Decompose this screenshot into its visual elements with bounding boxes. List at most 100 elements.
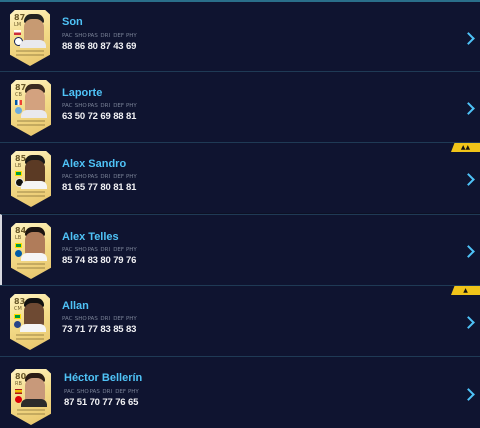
stat-label-sho: SHO — [76, 389, 89, 395]
player-shirt — [21, 253, 47, 261]
stat-label-dri: DRI — [100, 247, 111, 253]
stat-sho: 74 — [74, 255, 85, 266]
stat-label-pas: PAS — [87, 247, 98, 253]
stat-values: 73 71 77 83 85 83 — [62, 324, 139, 335]
stat-label-phy: PHY — [125, 174, 137, 180]
stat-phy: 69 — [125, 41, 137, 52]
stat-pac: 87 — [64, 397, 75, 408]
card-position: LB — [15, 163, 22, 169]
stat-sho: 86 — [74, 41, 85, 52]
chevron-right-icon[interactable] — [462, 102, 475, 115]
card-position: RB — [15, 381, 22, 387]
stat-label-def: DEF — [113, 247, 125, 253]
chevron-right-icon[interactable] — [462, 245, 475, 258]
stat-labels: PAC SHO PAS DRI DEF PHY — [62, 247, 139, 253]
card-mini-stats — [17, 409, 45, 411]
stat-pas: 83 — [87, 255, 98, 266]
stat-def: 43 — [113, 41, 124, 52]
player-row-laporte[interactable]: 87 CB Laporte PAC SHO PAS DRI DEF PHY 63… — [0, 71, 480, 142]
flag-icon — [14, 30, 21, 35]
stat-dri: 77 — [102, 397, 113, 408]
stat-pac: 85 — [62, 255, 73, 266]
stat-dri: 80 — [100, 255, 111, 266]
stat-pas: 72 — [87, 111, 98, 122]
flag-icon — [15, 243, 22, 248]
stat-label-sho: SHO — [74, 316, 87, 322]
player-card: 84 LB — [11, 223, 51, 279]
stat-pas: 77 — [87, 324, 98, 335]
chevron-right-icon[interactable] — [462, 316, 475, 329]
player-card: 87 LM — [10, 10, 50, 66]
stat-label-phy: PHY — [127, 389, 139, 395]
stat-label-sho: SHO — [74, 33, 87, 39]
stat-values: 63 50 72 69 88 81 — [62, 111, 139, 122]
stat-def: 79 — [113, 255, 124, 266]
player-shirt — [21, 110, 47, 118]
chevron-right-icon[interactable] — [462, 388, 475, 401]
new-tag-badge: ▲ — [451, 286, 480, 295]
stat-label-pas: PAS — [87, 33, 98, 39]
card-position: CB — [15, 92, 22, 98]
stat-label-def: DEF — [113, 103, 125, 109]
player-name: Alex Sandro — [62, 158, 127, 170]
flag-icon — [14, 314, 21, 319]
stat-sho: 50 — [74, 111, 85, 122]
stat-phy: 65 — [127, 397, 139, 408]
card-mini-stats — [17, 263, 45, 265]
player-name: Alex Telles — [62, 231, 119, 243]
stat-def: 81 — [113, 182, 124, 193]
stat-values: 81 65 77 80 81 81 — [62, 182, 139, 193]
player-card: 80 RB — [11, 369, 51, 425]
stat-sho: 51 — [76, 397, 87, 408]
card-mini-stats — [16, 50, 44, 52]
stat-values: 87 51 70 77 76 65 — [64, 397, 141, 408]
player-row-alex-sandro[interactable]: ▲▲ 85 LB Alex Sandro PAC SHO PAS DRI DEF… — [0, 142, 480, 213]
stat-label-pac: PAC — [62, 33, 73, 39]
flag-icon — [15, 171, 22, 176]
chevron-right-icon[interactable] — [462, 32, 475, 45]
card-mini-stats — [16, 334, 44, 336]
player-shirt — [20, 324, 46, 332]
card-mini-stats — [17, 191, 45, 193]
stat-label-phy: PHY — [125, 103, 137, 109]
stat-pas: 80 — [87, 41, 98, 52]
stat-label-sho: SHO — [74, 103, 87, 109]
flag-icon — [15, 100, 22, 105]
stat-pac: 73 — [62, 324, 73, 335]
stat-label-dri: DRI — [102, 389, 113, 395]
player-row-hector-bellerin[interactable]: 80 RB Héctor Bellerín PAC SHO PAS DRI DE… — [0, 356, 480, 428]
stat-label-phy: PHY — [125, 316, 137, 322]
stat-label-pac: PAC — [62, 316, 73, 322]
player-row-allan[interactable]: ▲ 83 CM Allan PAC SHO PAS DRI DEF PHY 73… — [0, 285, 480, 356]
stat-labels: PAC SHO PAS DRI DEF PHY — [62, 103, 139, 109]
player-row-alex-telles[interactable]: 84 LB Alex Telles PAC SHO PAS DRI DEF PH… — [0, 214, 480, 285]
stat-label-pas: PAS — [87, 174, 98, 180]
stat-label-sho: SHO — [74, 247, 87, 253]
stat-label-pac: PAC — [62, 174, 73, 180]
stat-dri: 83 — [100, 324, 111, 335]
stat-labels: PAC SHO PAS DRI DEF PHY — [62, 33, 139, 39]
stat-phy: 76 — [125, 255, 137, 266]
stat-label-sho: SHO — [74, 174, 87, 180]
chevron-right-icon[interactable] — [462, 173, 475, 186]
player-shirt — [20, 40, 46, 48]
stat-label-dri: DRI — [100, 316, 111, 322]
stat-label-pac: PAC — [64, 389, 75, 395]
stat-label-dri: DRI — [100, 174, 111, 180]
stat-pac: 63 — [62, 111, 73, 122]
player-row-son[interactable]: 87 LM Son PAC SHO PAS DRI DEF PHY 88 86 … — [0, 0, 480, 71]
flag-icon — [15, 389, 22, 394]
stat-label-phy: PHY — [125, 247, 137, 253]
stat-pas: 70 — [89, 397, 100, 408]
player-name: Laporte — [62, 87, 103, 99]
stat-label-phy: PHY — [125, 33, 137, 39]
stat-label-pac: PAC — [62, 103, 73, 109]
stat-pac: 81 — [62, 182, 73, 193]
stat-label-pas: PAS — [87, 103, 98, 109]
player-card: 87 CB — [11, 80, 51, 136]
stat-label-dri: DRI — [100, 33, 111, 39]
card-position: CM — [14, 306, 22, 312]
stat-def: 88 — [113, 111, 124, 122]
stat-phy: 83 — [125, 324, 137, 335]
player-list: 87 LM Son PAC SHO PAS DRI DEF PHY 88 86 … — [0, 0, 480, 428]
